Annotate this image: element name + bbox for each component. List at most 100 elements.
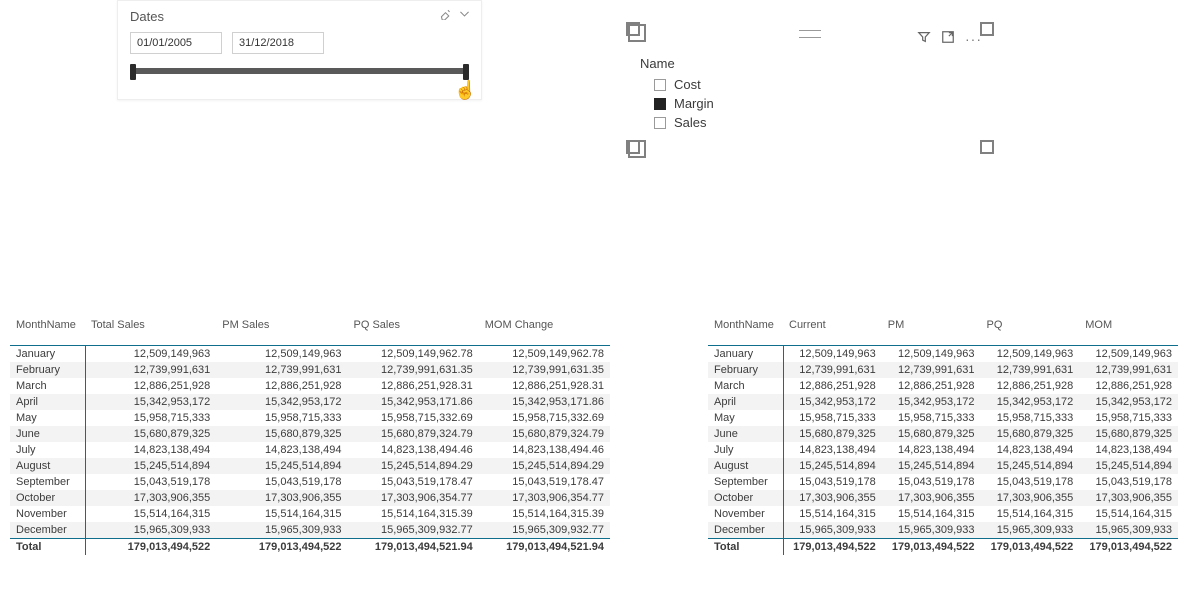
- table-row[interactable]: October17,303,906,35517,303,906,35517,30…: [708, 490, 1178, 506]
- table-row[interactable]: May15,958,715,33315,958,715,33315,958,71…: [10, 410, 610, 426]
- column-header[interactable]: PQ Sales: [348, 315, 479, 346]
- value-cell: 12,509,149,963: [1079, 346, 1178, 363]
- value-cell: 15,245,514,894: [882, 458, 981, 474]
- value-cell: 15,958,715,333: [216, 410, 347, 426]
- column-header[interactable]: MonthName: [708, 315, 783, 346]
- value-cell: 15,043,519,178: [1079, 474, 1178, 490]
- value-cell: 12,509,149,962.78: [479, 346, 610, 363]
- table-row[interactable]: September15,043,519,17815,043,519,17815,…: [10, 474, 610, 490]
- value-cell: 15,514,164,315: [981, 506, 1080, 522]
- value-cell: 15,342,953,171.86: [479, 394, 610, 410]
- table-row[interactable]: September15,043,519,17815,043,519,17815,…: [708, 474, 1178, 490]
- month-cell: February: [708, 362, 783, 378]
- value-cell: 15,245,514,894.29: [348, 458, 479, 474]
- drag-grip-icon[interactable]: [799, 30, 821, 38]
- value-cell: 17,303,906,355: [85, 490, 216, 506]
- checkbox-icon[interactable]: [654, 98, 666, 110]
- value-cell: 12,739,991,631.35: [479, 362, 610, 378]
- column-header[interactable]: MOM Change: [479, 315, 610, 346]
- value-cell: 12,509,149,963: [216, 346, 347, 363]
- table-row[interactable]: July14,823,138,49414,823,138,49414,823,1…: [10, 442, 610, 458]
- date-slider-handle-right[interactable]: [463, 64, 469, 80]
- total-value: 179,013,494,521.94: [479, 539, 610, 556]
- value-cell: 15,965,309,933: [1079, 522, 1178, 539]
- table-row[interactable]: November15,514,164,31515,514,164,31515,5…: [10, 506, 610, 522]
- date-slider-track[interactable]: [130, 68, 469, 74]
- more-options-icon[interactable]: ···: [965, 34, 982, 44]
- month-cell: October: [708, 490, 783, 506]
- name-slicer[interactable]: ··· Name Cost Margin Sales: [628, 24, 992, 152]
- slicer-item-margin[interactable]: Margin: [640, 94, 982, 113]
- value-cell: 15,342,953,172: [783, 394, 882, 410]
- table-row[interactable]: June15,680,879,32515,680,879,32515,680,8…: [708, 426, 1178, 442]
- table-row[interactable]: June15,680,879,32515,680,879,32515,680,8…: [10, 426, 610, 442]
- value-cell: 17,303,906,354.77: [348, 490, 479, 506]
- value-cell: 15,958,715,333: [1079, 410, 1178, 426]
- month-cell: May: [708, 410, 783, 426]
- dates-slicer: Dates 01/01/2005 31/12/2018: [117, 0, 482, 100]
- table-row[interactable]: May15,958,715,33315,958,715,33315,958,71…: [708, 410, 1178, 426]
- value-cell: 15,965,309,933: [85, 522, 216, 539]
- month-cell: April: [708, 394, 783, 410]
- value-cell: 15,680,879,325: [216, 426, 347, 442]
- filter-icon[interactable]: [917, 30, 931, 47]
- table-row[interactable]: October17,303,906,35517,303,906,35517,30…: [10, 490, 610, 506]
- value-cell: 15,680,879,325: [981, 426, 1080, 442]
- value-cell: 12,886,251,928: [85, 378, 216, 394]
- value-cell: 15,514,164,315: [783, 506, 882, 522]
- date-from-input[interactable]: 01/01/2005: [130, 32, 222, 54]
- table-row[interactable]: December15,965,309,93315,965,309,93315,9…: [708, 522, 1178, 539]
- value-cell: 15,342,953,172: [85, 394, 216, 410]
- table-row[interactable]: February12,739,991,63112,739,991,63112,7…: [10, 362, 610, 378]
- total-value: 179,013,494,521.94: [348, 539, 479, 556]
- table-row[interactable]: August15,245,514,89415,245,514,89415,245…: [10, 458, 610, 474]
- value-cell: 15,043,519,178.47: [348, 474, 479, 490]
- table-row[interactable]: January12,509,149,96312,509,149,96312,50…: [10, 346, 610, 363]
- value-cell: 15,514,164,315.39: [479, 506, 610, 522]
- value-cell: 15,043,519,178: [882, 474, 981, 490]
- column-header[interactable]: PQ: [981, 315, 1080, 346]
- value-cell: 12,509,149,963: [85, 346, 216, 363]
- value-cell: 17,303,906,355: [216, 490, 347, 506]
- checkbox-icon[interactable]: [654, 117, 666, 129]
- month-cell: December: [708, 522, 783, 539]
- table-row[interactable]: November15,514,164,31515,514,164,31515,5…: [708, 506, 1178, 522]
- month-cell: June: [10, 426, 85, 442]
- checkbox-icon[interactable]: [654, 79, 666, 91]
- total-row: Total179,013,494,522179,013,494,522179,0…: [708, 539, 1178, 556]
- sales-table-left: MonthNameTotal SalesPM SalesPQ SalesMOM …: [10, 315, 610, 555]
- eraser-icon[interactable]: [439, 7, 452, 23]
- table-row[interactable]: December15,965,309,93315,965,309,93315,9…: [10, 522, 610, 539]
- table-row[interactable]: April15,342,953,17215,342,953,17215,342,…: [708, 394, 1178, 410]
- value-cell: 12,886,251,928: [783, 378, 882, 394]
- column-header[interactable]: PM Sales: [216, 315, 347, 346]
- value-cell: 15,514,164,315.39: [348, 506, 479, 522]
- table-row[interactable]: July14,823,138,49414,823,138,49414,823,1…: [708, 442, 1178, 458]
- slicer-item-sales[interactable]: Sales: [640, 113, 982, 132]
- chevron-down-icon[interactable]: [458, 7, 471, 23]
- column-header[interactable]: Current: [783, 315, 882, 346]
- month-cell: December: [10, 522, 85, 539]
- value-cell: 12,739,991,631: [216, 362, 347, 378]
- column-header[interactable]: MOM: [1079, 315, 1178, 346]
- table-row[interactable]: January12,509,149,96312,509,149,96312,50…: [708, 346, 1178, 363]
- date-to-input[interactable]: 31/12/2018: [232, 32, 324, 54]
- month-cell: March: [708, 378, 783, 394]
- column-header[interactable]: Total Sales: [85, 315, 216, 346]
- value-cell: 12,739,991,631: [981, 362, 1080, 378]
- table-row[interactable]: March12,886,251,92812,886,251,92812,886,…: [708, 378, 1178, 394]
- slicer-item-cost[interactable]: Cost: [640, 75, 982, 94]
- table-row[interactable]: April15,342,953,17215,342,953,17215,342,…: [10, 394, 610, 410]
- total-value: 179,013,494,522: [882, 539, 981, 556]
- month-cell: February: [10, 362, 85, 378]
- table-row[interactable]: February12,739,991,63112,739,991,63112,7…: [708, 362, 1178, 378]
- date-slider-handle-left[interactable]: [130, 64, 136, 80]
- table-row[interactable]: March12,886,251,92812,886,251,92812,886,…: [10, 378, 610, 394]
- value-cell: 15,043,519,178: [216, 474, 347, 490]
- column-header[interactable]: MonthName: [10, 315, 85, 346]
- column-header[interactable]: PM: [882, 315, 981, 346]
- focus-mode-icon[interactable]: [941, 30, 955, 47]
- value-cell: 15,245,514,894: [783, 458, 882, 474]
- table-row[interactable]: August15,245,514,89415,245,514,89415,245…: [708, 458, 1178, 474]
- name-slicer-list: Cost Margin Sales: [640, 75, 982, 132]
